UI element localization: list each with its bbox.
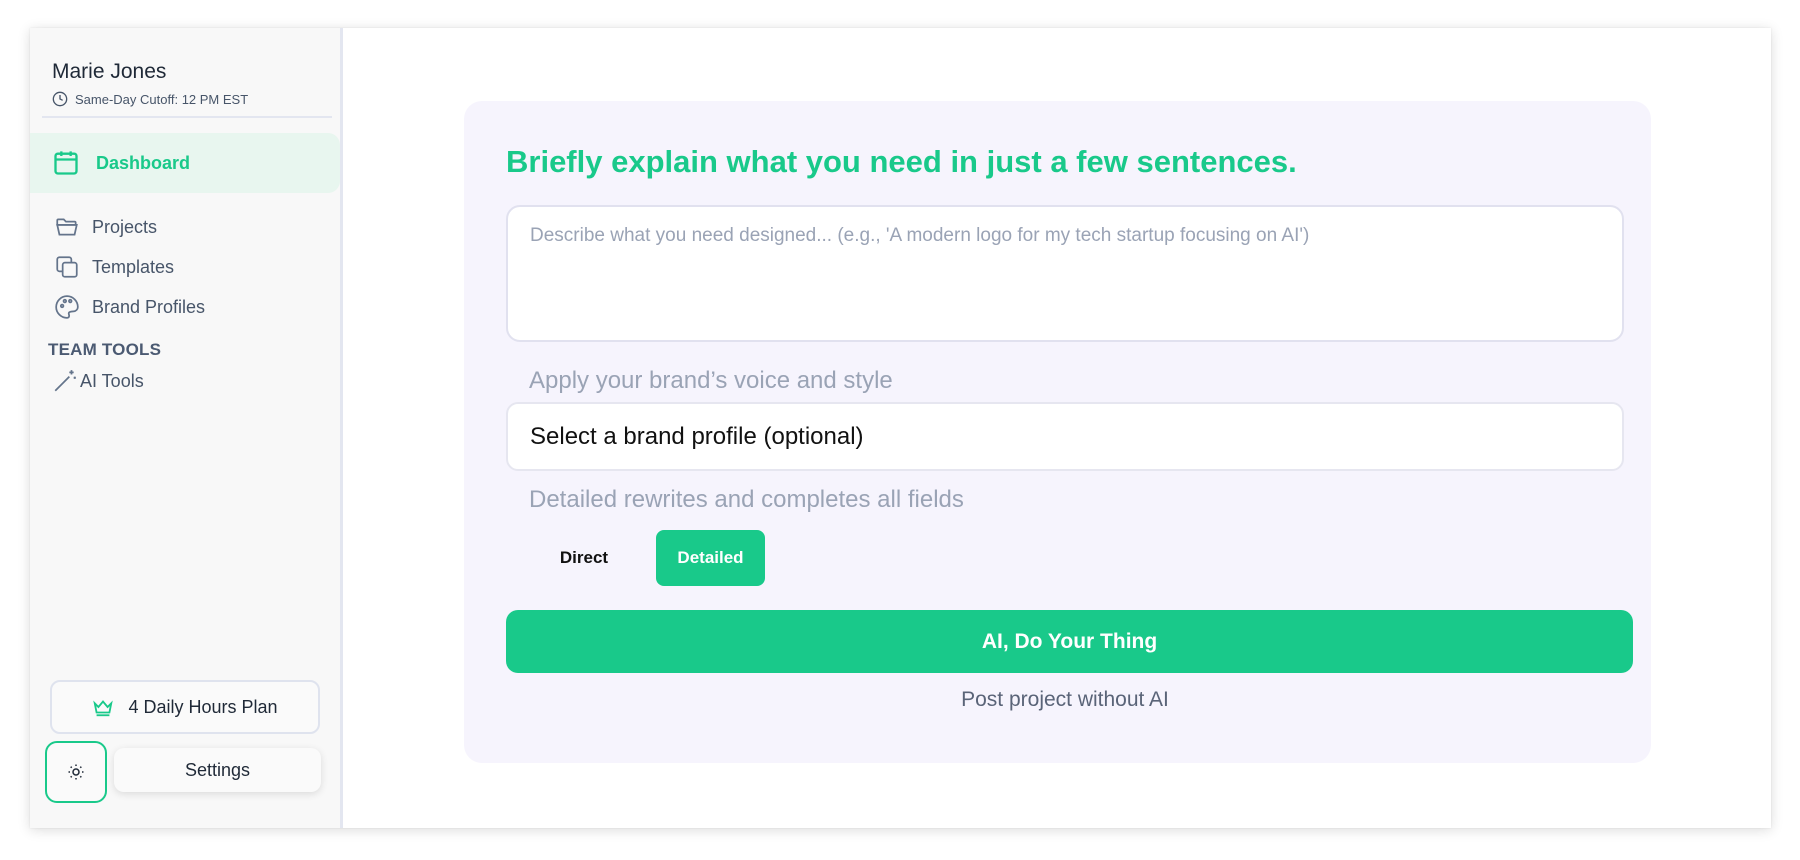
plan-label: 4 Daily Hours Plan [128, 696, 278, 717]
crown-icon [93, 700, 114, 717]
sidebar-item-label: AI Tools [80, 370, 144, 391]
magic-wand-icon [54, 370, 76, 392]
sidebar-item-label: Dashboard [96, 152, 191, 173]
plan-button[interactable]: 4 Daily Hours Plan [50, 680, 320, 734]
sidebar-divider [42, 116, 332, 118]
settings-button[interactable]: Settings [114, 748, 321, 792]
brand-field-label: Apply your brand’s voice and style [529, 367, 893, 394]
section-label-team-tools: TEAM TOOLS [48, 340, 162, 359]
copy-icon [56, 256, 78, 278]
sidebar-item-label: Templates [92, 256, 175, 277]
theme-toggle-button[interactable] [45, 741, 107, 803]
sidebar-item-ai-tools[interactable]: AI Tools [52, 368, 144, 394]
sun-icon [68, 764, 84, 780]
palette-icon [55, 295, 79, 319]
user-block: Marie Jones Same-Day Cutoff: 12 PM EST [52, 60, 342, 107]
sidebar-item-dashboard[interactable]: Dashboard [30, 133, 340, 193]
sidebar-item-label: Brand Profiles [92, 296, 206, 317]
main-content: Briefly explain what you need in just a … [343, 28, 1771, 828]
mode-detailed-button[interactable]: Detailed [656, 530, 765, 586]
sidebar: Marie Jones Same-Day Cutoff: 12 PM EST D… [30, 28, 343, 828]
sidebar-item-projects[interactable]: Projects [54, 214, 157, 240]
sidebar-item-label: Projects [92, 216, 158, 237]
mode-field-label: Detailed rewrites and completes all fiel… [529, 486, 964, 513]
ai-brief-card: Briefly explain what you need in just a … [464, 101, 1651, 763]
clock-icon [52, 91, 68, 107]
app-window: Marie Jones Same-Day Cutoff: 12 PM EST D… [30, 28, 1771, 828]
sidebar-item-brand-profiles[interactable]: Brand Profiles [54, 294, 205, 320]
page-title: Briefly explain what you need in just a … [506, 144, 1297, 179]
ai-submit-button[interactable]: AI, Do Your Thing [506, 610, 1633, 673]
cutoff-info: Same-Day Cutoff: 12 PM EST [52, 91, 342, 107]
sidebar-item-templates[interactable]: Templates [54, 254, 174, 280]
calendar-icon [54, 151, 78, 175]
user-name: Marie Jones [52, 60, 167, 83]
mode-direct-button[interactable]: Direct [529, 530, 639, 586]
folder-icon [56, 218, 78, 236]
post-without-ai-link[interactable]: Post project without AI [506, 688, 1624, 712]
cutoff-text: Same-Day Cutoff: 12 PM EST [75, 91, 249, 107]
brand-profile-select[interactable]: Select a brand profile (optional) [506, 402, 1624, 471]
description-input[interactable] [506, 205, 1624, 342]
